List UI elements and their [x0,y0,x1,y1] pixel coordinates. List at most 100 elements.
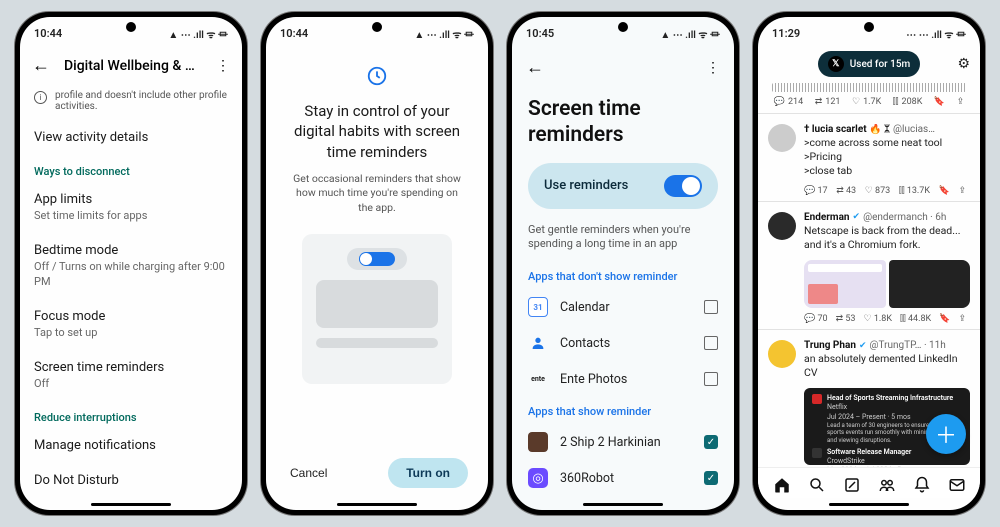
gesture-bar [512,498,734,510]
repost-count[interactable]: ⇄ 43 [836,186,856,196]
dialog-footer: Cancel Turn on [266,446,488,498]
toggle-on-icon[interactable] [664,175,702,197]
usage-pill[interactable]: 𝕏 Used for 15m [818,51,920,77]
avatar[interactable] [768,340,796,368]
tweet-author[interactable]: Trung Phan [804,340,856,351]
status-icons: ▲ ⋯ .ıll ᯤ ⏛ [168,26,228,41]
home-icon[interactable] [773,476,791,494]
screen-reminders-intro: 10:44 ▲ ⋯ .ıll ᯤ ⏛ Stay in control of yo… [266,17,488,510]
tweet-image[interactable] [889,260,971,308]
messages-icon[interactable] [948,476,966,494]
notifications-icon[interactable] [913,476,931,494]
camera-notch [618,22,628,32]
app-row-360robot[interactable]: ◎ 360Robot ✓ [512,460,734,496]
checkbox-unchecked-icon[interactable] [704,300,718,314]
app-row-ship-harkinian[interactable]: 2 Ship 2 Harkinian ✓ [512,424,734,460]
back-icon[interactable]: ← [28,51,54,80]
harkinian-icon [528,432,548,452]
tweet-text: Netscape is back from the dead... and it… [804,224,970,252]
checkbox-unchecked-icon[interactable] [704,372,718,386]
bookmark-icon[interactable]: 🔖 [934,97,945,107]
status-icons: ▲ ⋯ .ıll ᯤ ⏛ [660,26,720,41]
page-title: Digital Wellbeing & p…BETA [64,58,202,74]
status-time: 10:44 [34,27,62,40]
tweet-enderman[interactable]: Enderman ✔ @endermanch · 6h Netscape is … [758,206,980,256]
tweet-author[interactable]: † lucia scarlet 🔥 ᛯ [804,124,890,135]
crowdstrike-icon [812,448,822,458]
phone-2: 10:44 ▲ ⋯ .ıll ᯤ ⏛ Stay in control of yo… [261,12,493,515]
reply-count[interactable]: 💬 214 [774,97,803,107]
tweet-handle: @endermanch · 6h [863,212,946,223]
like-count[interactable]: ♡ 1.7K [852,97,881,107]
tweet-lucia[interactable]: † lucia scarlet 🔥 ᛯ @lucias… >come acros… [758,118,980,183]
verified-badge-icon: ✔ [853,212,861,222]
status-time: 10:45 [526,27,554,40]
netflix-icon [812,394,822,404]
usage-pill-label: Used for 15m [850,59,910,70]
screen-time-reminders[interactable]: Screen time reminders Off [20,350,242,401]
checkbox-unchecked-icon[interactable] [704,336,718,350]
bookmark-icon[interactable]: 🔖 [939,314,950,324]
settings-gear-icon[interactable]: ⚙ [957,56,970,72]
tweet-handle: @lucias… [893,124,935,135]
repost-count[interactable]: ⇄ 121 [815,97,841,107]
turn-on-button[interactable]: Turn on [388,458,468,488]
like-count[interactable]: ♡ 1.8K [864,314,892,324]
communities-icon[interactable] [878,476,896,494]
share-icon[interactable]: ⇪ [958,314,966,324]
reply-count[interactable]: 💬 17 [804,186,828,196]
screen-twitter-with-pill: 11:29 ⋯ ⋯ .ıll ᯤ ⏛ 𝕏 Used for 15m ⚙ 💬 21… [758,17,980,510]
view-count[interactable]: ⫿⫿ 13.7K [899,186,930,196]
share-icon[interactable]: ⇪ [958,186,966,196]
share-icon[interactable]: ⇪ [957,97,965,107]
compose-fab[interactable]: ＋ [926,414,966,454]
checkbox-checked-icon[interactable]: ✓ [704,435,718,449]
view-activity-details[interactable]: View activity details [20,120,242,155]
bedtime-mode[interactable]: Bedtime mode Off / Turns on while chargi… [20,233,242,299]
repost-count[interactable]: ⇄ 53 [836,314,856,324]
app-limits[interactable]: App limits Set time limits for apps [20,182,242,233]
use-reminders-toggle-row[interactable]: Use reminders [528,163,718,209]
use-reminders-label: Use reminders [544,178,628,193]
tweet-image[interactable] [804,260,886,308]
do-not-disturb[interactable]: Do Not Disturb [20,463,242,498]
bottom-nav [758,467,980,498]
tweet-text: an absolutely demented LinkedIn CV [804,352,970,380]
bookmark-icon[interactable]: 🔖 [939,186,950,196]
focus-mode[interactable]: Focus mode Tap to set up [20,299,242,350]
verified-badge-icon: ✔ [859,341,867,351]
ente-icon: ente [528,369,548,389]
avatar[interactable] [768,212,796,240]
checkbox-checked-icon[interactable]: ✓ [704,471,718,485]
audio-waveform [772,83,966,92]
back-icon[interactable]: ← [522,53,548,82]
tweet-author[interactable]: Enderman [804,212,850,223]
search-icon[interactable] [808,476,826,494]
manage-notifications[interactable]: Manage notifications [20,428,242,463]
avatar[interactable] [768,124,796,152]
section-reduce-interruptions: Reduce interruptions [20,401,242,428]
app-row-contacts[interactable]: Contacts [512,325,734,361]
view-count[interactable]: ⫿⫿ 44.8K [900,314,931,324]
camera-notch [372,22,382,32]
camera-notch [864,22,874,32]
cancel-button[interactable]: Cancel [286,458,331,488]
intro-description: Get occasional reminders that show how m… [284,172,470,216]
app-row-calendar[interactable]: 31 Calendar [512,289,734,325]
screen-digital-wellbeing: 10:44 ▲ ⋯ .ıll ᯤ ⏛ ← Digital Wellbeing &… [20,17,242,510]
tweet-trung[interactable]: Trung Phan ✔ @TrungTP… · 11h an absolute… [758,334,980,384]
overflow-menu-icon[interactable]: ⋮ [702,56,724,80]
screen-reminders-settings: 10:45 ▲ ⋯ .ıll ᯤ ⏛ ← ⋮ Screen time remin… [512,17,734,510]
phone-3: 10:45 ▲ ⋯ .ıll ᯤ ⏛ ← ⋮ Screen time remin… [507,12,739,515]
gesture-bar [20,498,242,510]
grok-icon[interactable] [843,476,861,494]
clock-icon [366,65,388,87]
phone-4: 11:29 ⋯ ⋯ .ıll ᯤ ⏛ 𝕏 Used for 15m ⚙ 💬 21… [753,12,985,515]
overflow-menu-icon[interactable]: ⋮ [212,54,234,78]
reply-count[interactable]: 💬 70 [804,314,828,324]
app-row-ente[interactable]: ente Ente Photos [512,361,734,397]
view-count[interactable]: ⫿⫿ 208K [893,97,923,107]
like-count[interactable]: ♡ 873 [865,186,891,196]
section-apps-no-reminder: Apps that don't show reminder [512,262,734,289]
tweet-image-collage[interactable] [804,260,970,308]
